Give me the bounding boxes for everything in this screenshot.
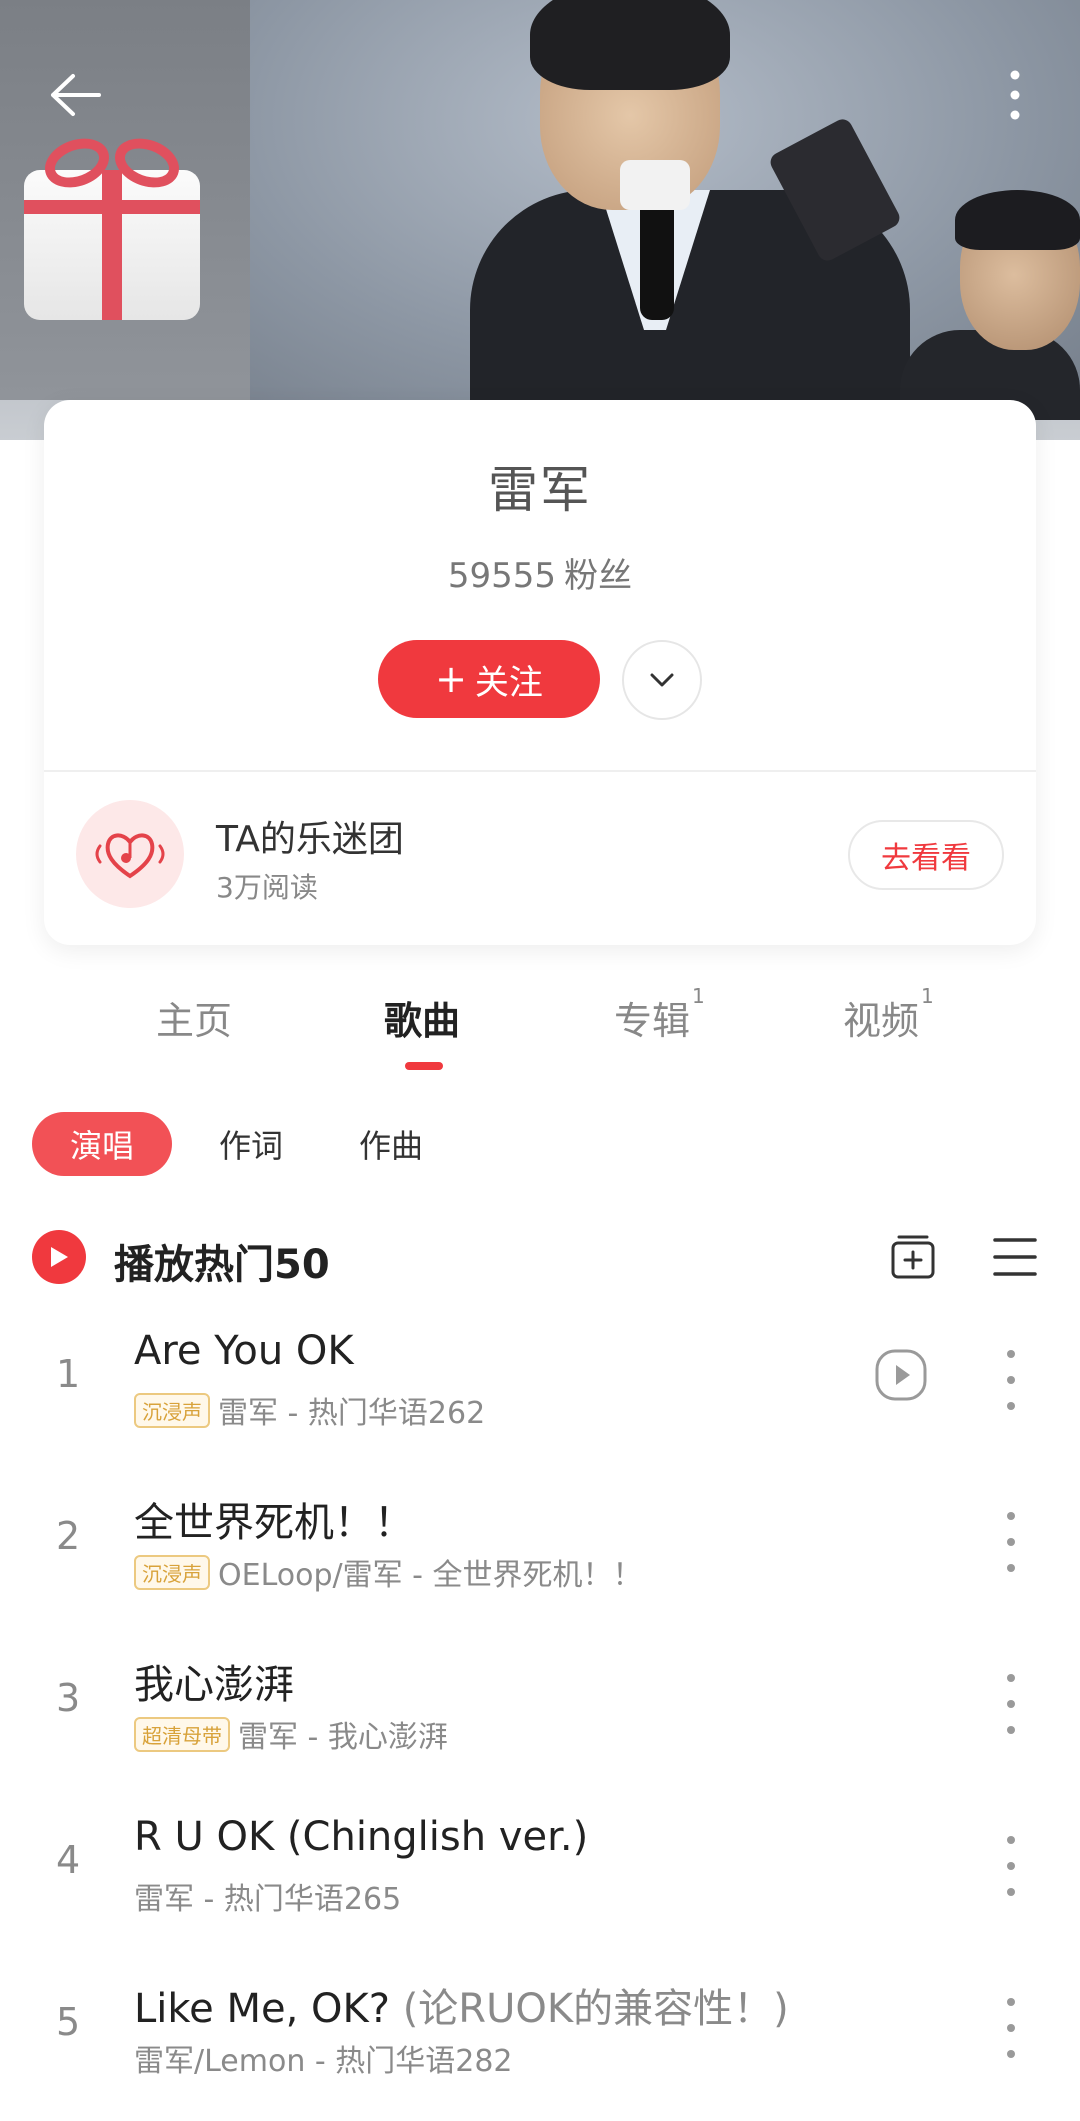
song-title: Are You OK [134, 1328, 354, 1374]
dot [1007, 1402, 1015, 1410]
quality-tag: 沉浸声 [134, 1554, 210, 1590]
photo-person-hair [530, 0, 730, 90]
filter-lyrics[interactable]: 作词 [196, 1112, 306, 1176]
tab-label: 歌曲 [384, 999, 461, 1043]
song-subtitle-row: 超清母带 雷军 - 我心澎湃 [134, 1712, 448, 1756]
dot [1007, 1726, 1015, 1734]
tab-badge: 1 [921, 984, 934, 1008]
song-index: 4 [56, 1838, 81, 1882]
back-button[interactable] [40, 60, 110, 130]
song-row[interactable]: 3 我心澎湃 超清母带 雷军 - 我心澎湃 [0, 1636, 1080, 1786]
song-subtitle-row: 沉浸声 OELoop/雷军 - 全世界死机！！ [134, 1550, 643, 1594]
dot [1007, 1862, 1015, 1870]
song-title: 全世界死机！！ [134, 1500, 414, 1546]
follow-label: 关注 [474, 662, 543, 703]
dot [1007, 1564, 1015, 1572]
song-subtitle-row: 雷军/Lemon - 热门华语282 [134, 2036, 513, 2080]
chevron-down-icon [650, 673, 674, 687]
dot [1007, 1700, 1015, 1708]
play-all-button[interactable] [32, 1230, 86, 1284]
tab-label: 视频 [843, 999, 920, 1043]
multi-select-icon[interactable] [992, 1236, 1038, 1278]
filter-compose[interactable]: 作曲 [336, 1112, 446, 1176]
dot [1007, 2050, 1015, 2058]
tab-albums[interactable]: 专辑1 [614, 984, 705, 1045]
song-title: R U OK (Chinglish ver.) [134, 1814, 589, 1860]
gift-ribbon [102, 170, 122, 320]
fans-count: 59555 粉丝 [44, 548, 1036, 597]
song-index: 2 [56, 1514, 81, 1558]
divider [44, 770, 1036, 772]
more-button[interactable] [990, 60, 1040, 130]
song-index: 3 [56, 1676, 81, 1720]
song-more-button[interactable] [996, 1836, 1026, 1896]
plus-icon: + [435, 657, 467, 701]
song-subtitle: OELoop/雷军 - 全世界死机！！ [218, 1558, 643, 1593]
song-title: Like Me, OK? (论RUOK的兼容性！) [134, 1976, 789, 2034]
play-hot-bar: 播放热门50 [32, 1228, 1052, 1288]
dot [1007, 1538, 1015, 1546]
song-title-alt: (论RUOK的兼容性！) [402, 1986, 789, 2032]
arrow-left-icon [51, 74, 101, 116]
tab-label: 专辑 [614, 999, 691, 1043]
play-icon [51, 1247, 68, 1267]
song-subtitle-row: 雷军 - 热门华语265 [134, 1874, 401, 1918]
dot [1007, 1836, 1015, 1844]
tab-badge: 1 [692, 984, 705, 1008]
add-to-playlist-icon[interactable] [890, 1234, 936, 1280]
active-tab-indicator [405, 1062, 443, 1070]
goto-fanclub-button[interactable]: 去看看 [848, 820, 1004, 890]
song-more-button[interactable] [996, 1674, 1026, 1734]
song-subtitle: 雷军 - 热门华语265 [134, 1882, 402, 1917]
dot [1007, 1512, 1015, 1520]
dot [1007, 1674, 1015, 1682]
fanclub-reads: 3万阅读 [216, 871, 318, 904]
more-vertical-icon [1010, 70, 1020, 120]
song-title: 我心澎湃 [134, 1662, 294, 1708]
song-index: 5 [56, 2000, 81, 2044]
artist-name: 雷军 [488, 461, 592, 519]
tab-songs[interactable]: 歌曲 [384, 990, 460, 1045]
song-more-button[interactable] [996, 1350, 1026, 1410]
dot [1007, 1888, 1015, 1896]
song-row[interactable]: 4 R U OK (Chinglish ver.) 雷军 - 热门华语265 [0, 1798, 1080, 1948]
header-image [0, 0, 1080, 440]
heart-music-icon [95, 833, 165, 879]
fanclub-heart-icon[interactable] [76, 800, 184, 908]
song-subtitle: 雷军 - 热门华语262 [218, 1396, 486, 1431]
fans-number: 59555 [447, 556, 557, 596]
song-row[interactable]: 5 Like Me, OK? (论RUOK的兼容性！) 雷军/Lemon - 热… [0, 1960, 1080, 2110]
tab-videos[interactable]: 视频1 [843, 984, 934, 1045]
song-subtitle-row: 沉浸声 雷军 - 热门华语262 [134, 1388, 485, 1432]
play-mv-icon[interactable] [874, 1348, 928, 1402]
artist-tabs: 主页 歌曲 专辑1 视频1 [0, 984, 1080, 1070]
expand-button[interactable] [622, 640, 702, 720]
song-more-button[interactable] [996, 1998, 1026, 2058]
tab-label: 主页 [156, 999, 233, 1043]
fans-label: 粉丝 [564, 556, 633, 596]
dot [1007, 2024, 1015, 2032]
dot [1007, 1998, 1015, 2006]
song-title-main: Like Me, OK? [134, 1986, 390, 2032]
quality-tag: 沉浸声 [134, 1392, 210, 1428]
fanclub-title[interactable]: TA的乐迷团 [216, 810, 404, 862]
gift-icon[interactable] [24, 130, 200, 320]
song-index: 1 [56, 1352, 81, 1396]
follow-button[interactable]: + 关注 [378, 640, 600, 718]
song-more-button[interactable] [996, 1512, 1026, 1572]
photo-person2-hair [955, 190, 1080, 250]
quality-tag: 超清母带 [134, 1716, 230, 1752]
photo-microphone-head [620, 160, 690, 210]
play-hot-label[interactable]: 播放热门50 [114, 1232, 330, 1290]
dot [1007, 1350, 1015, 1358]
song-row[interactable]: 1 Are You OK 沉浸声 雷军 - 热门华语262 [0, 1312, 1080, 1462]
song-row[interactable]: 2 全世界死机！！ 沉浸声 OELoop/雷军 - 全世界死机！！ [0, 1474, 1080, 1624]
tab-home[interactable]: 主页 [156, 990, 232, 1045]
song-subtitle: 雷军/Lemon - 热门华语282 [134, 2044, 513, 2079]
artist-profile-card: 雷军 59555 粉丝 + 关注 TA的乐迷团 3万阅读 去看看 [44, 400, 1036, 945]
song-subtitle: 雷军 - 我心澎湃 [238, 1720, 448, 1755]
filter-sing[interactable]: 演唱 [32, 1112, 172, 1176]
dot [1007, 1376, 1015, 1384]
